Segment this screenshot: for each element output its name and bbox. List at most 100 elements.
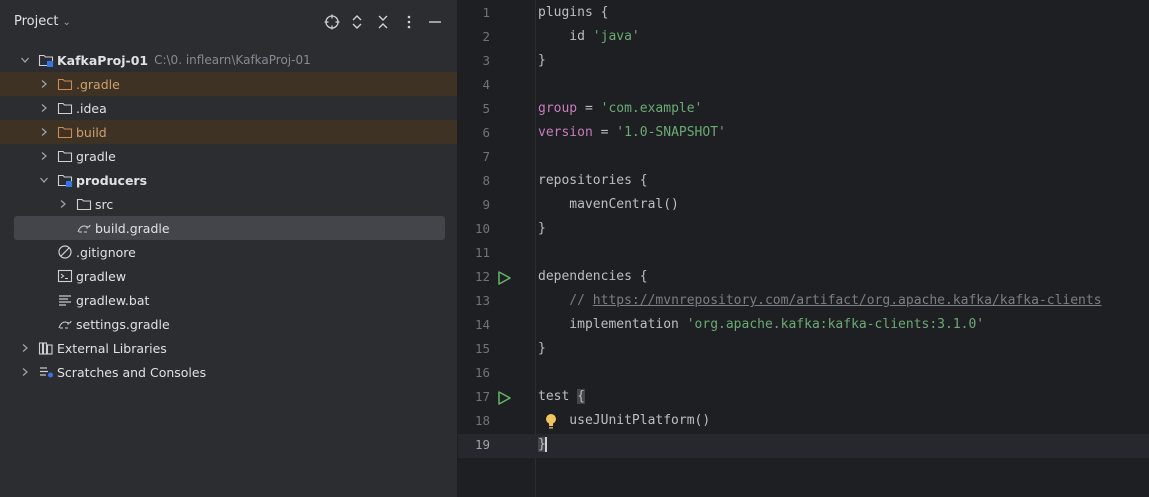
tree-item[interactable]: settings.gradle xyxy=(0,312,457,336)
code-text: } xyxy=(538,53,546,68)
chevron-right-icon[interactable] xyxy=(18,341,32,355)
code-line[interactable]: 12 dependencies { xyxy=(458,266,1149,290)
code-line[interactable]: 15} xyxy=(458,338,1149,362)
text-cursor xyxy=(544,437,547,452)
line-number[interactable]: 5 xyxy=(458,101,490,116)
code-token: 'org.apache.kafka:kafka-clients:3.1.0' xyxy=(686,317,985,332)
line-number[interactable]: 12 xyxy=(458,269,490,284)
tree-item-label: build xyxy=(76,124,107,140)
code-token: https://mvnrepository.com/artifact/org.a… xyxy=(592,293,1102,308)
code-text: // https://mvnrepository.com/artifact/or… xyxy=(538,293,1102,308)
chevron-right-icon[interactable] xyxy=(56,197,70,211)
run-gutter-icon[interactable] xyxy=(496,270,512,286)
chevron-down-icon[interactable] xyxy=(37,173,51,187)
tree-item[interactable]: .gradle xyxy=(0,72,457,96)
chevron-right-icon[interactable] xyxy=(37,77,51,91)
line-number[interactable]: 10 xyxy=(458,221,490,236)
code-line[interactable]: 1 plugins { xyxy=(458,2,1149,26)
code-line[interactable]: 8 repositories { xyxy=(458,170,1149,194)
code-line[interactable]: 19} xyxy=(458,434,1149,458)
line-number[interactable]: 2 xyxy=(458,29,490,44)
code-token: } xyxy=(538,341,546,356)
line-number[interactable]: 16 xyxy=(458,365,490,380)
line-number[interactable]: 9 xyxy=(458,197,490,212)
tree-item[interactable]: Scratches and Consoles xyxy=(0,360,457,384)
run-gutter-icon[interactable] xyxy=(496,390,512,406)
code-line[interactable]: 16 xyxy=(458,362,1149,386)
line-number[interactable]: 11 xyxy=(458,245,490,260)
chevron-right-icon[interactable] xyxy=(37,101,51,115)
line-number[interactable]: 6 xyxy=(458,125,490,140)
code-line[interactable]: 9 mavenCentral() xyxy=(458,194,1149,218)
project-path: C:\0. inflearn\KafkaProj-01 xyxy=(154,53,311,67)
line-number[interactable]: 14 xyxy=(458,317,490,332)
more-icon[interactable] xyxy=(399,12,419,32)
code-line[interactable]: 18 useJUnitPlatform() xyxy=(458,410,1149,434)
project-view-selector[interactable]: Project ⌄ xyxy=(14,14,71,29)
code-line[interactable]: 7 xyxy=(458,146,1149,170)
tree-item-label: settings.gradle xyxy=(76,316,170,332)
tree-item[interactable]: producers xyxy=(0,168,457,192)
code-token: // xyxy=(538,293,593,308)
code-line[interactable]: 17 test { xyxy=(458,386,1149,410)
scratches-icon xyxy=(38,364,54,380)
code-token: '1.0-SNAPSHOT' xyxy=(616,125,726,140)
line-number[interactable]: 8 xyxy=(458,173,490,188)
code-token: 'java' xyxy=(592,29,640,44)
collapse-all-icon[interactable] xyxy=(373,12,393,32)
chevron-down-icon[interactable] xyxy=(18,53,32,67)
code-line[interactable]: 13 // https://mvnrepository.com/artifact… xyxy=(458,290,1149,314)
tree-item[interactable]: build xyxy=(0,120,457,144)
project-panel: Project ⌄ KafkaProj-01 C:\0. inflearn\Kafk… xyxy=(0,0,458,497)
crosshair-icon[interactable] xyxy=(322,12,342,32)
tree-item[interactable]: src xyxy=(0,192,457,216)
line-number[interactable]: 19 xyxy=(458,437,490,452)
line-number[interactable]: 18 xyxy=(458,413,490,428)
folder-orange-icon xyxy=(57,76,73,92)
chevron-right-icon[interactable] xyxy=(18,365,32,379)
code-line[interactable]: 5 group = 'com.example' xyxy=(458,98,1149,122)
gitignore-icon xyxy=(57,244,73,260)
code-line[interactable]: 11 xyxy=(458,242,1149,266)
code-line[interactable]: 3} xyxy=(458,50,1149,74)
tree-item[interactable]: gradlew.bat xyxy=(0,288,457,312)
line-number[interactable]: 15 xyxy=(458,341,490,356)
line-number[interactable]: 3 xyxy=(458,53,490,68)
line-number[interactable]: 17 xyxy=(458,389,490,404)
tree-item[interactable]: .idea xyxy=(0,96,457,120)
code-token: test xyxy=(538,389,578,404)
folder-orange-icon xyxy=(57,124,73,140)
code-token: 'com.example' xyxy=(600,101,703,116)
tree-item[interactable]: build.gradle xyxy=(0,216,457,240)
line-number[interactable]: 7 xyxy=(458,149,490,164)
code-line[interactable]: 14 implementation 'org.apache.kafka:kafk… xyxy=(458,314,1149,338)
folder-icon xyxy=(76,196,92,212)
code-line[interactable]: 10} xyxy=(458,218,1149,242)
code-line[interactable]: 6 version = '1.0-SNAPSHOT' xyxy=(458,122,1149,146)
tree-item[interactable]: gradle xyxy=(0,144,457,168)
code-text: plugins { xyxy=(538,5,608,20)
terminal-file-icon xyxy=(57,268,73,284)
tree-item-label: gradlew.bat xyxy=(76,292,150,308)
code-text: dependencies { xyxy=(538,269,648,284)
chevron-right-icon[interactable] xyxy=(37,149,51,163)
folder-icon xyxy=(57,148,73,164)
tree-item[interactable]: gradlew xyxy=(0,264,457,288)
code-token: dependencies { xyxy=(538,269,648,284)
tree-item[interactable]: KafkaProj-01 C:\0. inflearn\KafkaProj-01 xyxy=(0,48,457,72)
code-line[interactable]: 2 id 'java' xyxy=(458,26,1149,50)
minimize-icon[interactable] xyxy=(425,12,445,32)
tree-item[interactable]: External Libraries xyxy=(0,336,457,360)
tree-item-label: producers xyxy=(76,172,148,188)
line-number[interactable]: 4 xyxy=(458,77,490,92)
tree-item[interactable]: .gitignore xyxy=(0,240,457,264)
chevron-right-icon[interactable] xyxy=(37,125,51,139)
line-number[interactable]: 1 xyxy=(458,5,490,20)
line-number[interactable]: 13 xyxy=(458,293,490,308)
expand-all-icon[interactable] xyxy=(347,12,367,32)
code-token: plugins { xyxy=(538,5,609,20)
code-line[interactable]: 4 xyxy=(458,74,1149,98)
